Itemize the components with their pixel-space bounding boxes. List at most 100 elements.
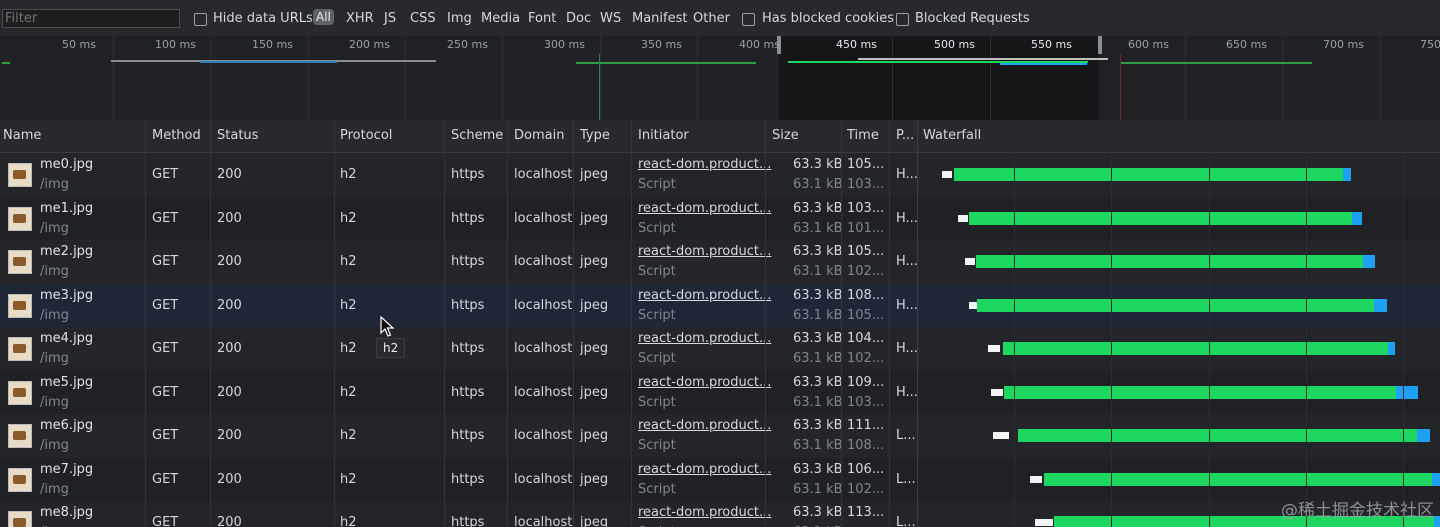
request-initiator-link[interactable]: react-dom.product... bbox=[638, 418, 771, 433]
column-divider[interactable] bbox=[573, 120, 574, 527]
column-divider[interactable] bbox=[334, 120, 335, 527]
request-name[interactable]: me1.jpg bbox=[40, 201, 93, 216]
column-divider[interactable] bbox=[631, 120, 632, 527]
table-row[interactable]: me6.jpg/img GET 200 h2 https localhost jpeg rea… bbox=[0, 414, 1440, 458]
request-name[interactable]: me0.jpg bbox=[40, 157, 93, 172]
waterfall-download-bar[interactable] bbox=[954, 168, 1343, 181]
request-name[interactable]: me5.jpg bbox=[40, 375, 93, 390]
request-type: jpeg bbox=[580, 341, 609, 356]
timeline-overview[interactable]: 50 ms 100 ms 150 ms 200 ms 250 ms 300 ms… bbox=[0, 36, 1440, 121]
request-size: 63.3 kB bbox=[793, 331, 843, 346]
type-filter-manifest[interactable]: Manifest bbox=[632, 11, 687, 26]
type-filter-font[interactable]: Font bbox=[528, 11, 556, 26]
waterfall-download-bar[interactable] bbox=[969, 211, 1352, 225]
waterfall-download-bar[interactable] bbox=[977, 298, 1374, 312]
table-row[interactable]: me5.jpg/img GET 200 h2 https localhost jpeg rea… bbox=[0, 370, 1440, 414]
column-divider[interactable] bbox=[917, 120, 918, 527]
column-divider[interactable] bbox=[507, 120, 508, 527]
column-divider[interactable] bbox=[889, 120, 890, 527]
mouse-cursor-icon bbox=[380, 316, 395, 337]
type-filter-other[interactable]: Other bbox=[693, 11, 730, 26]
request-size: 63.3 kB bbox=[793, 505, 843, 520]
request-name[interactable]: me7.jpg bbox=[40, 462, 93, 477]
request-initiator-link[interactable]: react-dom.product... bbox=[638, 157, 771, 172]
request-name[interactable]: me8.jpg bbox=[40, 505, 93, 520]
column-header-type[interactable]: Type bbox=[580, 128, 610, 143]
waterfall-waiting-bar bbox=[1035, 519, 1053, 526]
table-row[interactable]: me7.jpg/img GET 200 h2 https localhost jpeg rea… bbox=[0, 457, 1440, 501]
request-status: 200 bbox=[217, 515, 242, 527]
table-row[interactable]: me1.jpg/img GET 200 h2 https localhost jpeg rea… bbox=[0, 196, 1440, 240]
column-header-priority[interactable]: P... bbox=[896, 128, 914, 143]
table-row[interactable]: me3.jpg/img GET 200 h2 https localhost jpeg rea… bbox=[0, 283, 1440, 327]
request-priority: L... bbox=[896, 471, 916, 487]
request-name[interactable]: me3.jpg bbox=[40, 288, 93, 303]
waterfall-receiving-bar bbox=[1352, 211, 1362, 225]
request-path: /img bbox=[40, 264, 69, 279]
type-filter-xhr[interactable]: XHR bbox=[346, 11, 374, 26]
column-header-name[interactable]: Name bbox=[3, 128, 41, 143]
waterfall-download-bar[interactable] bbox=[1044, 472, 1432, 486]
request-size: 63.3 kB bbox=[793, 418, 843, 433]
column-header-status[interactable]: Status bbox=[217, 128, 258, 143]
overview-gridline bbox=[892, 36, 893, 120]
column-header-domain[interactable]: Domain bbox=[514, 128, 564, 143]
column-header-protocol[interactable]: Protocol bbox=[340, 128, 392, 143]
request-initiator-link[interactable]: react-dom.product... bbox=[638, 462, 771, 477]
column-divider[interactable] bbox=[765, 120, 766, 527]
request-name[interactable]: me4.jpg bbox=[40, 331, 93, 346]
blocked-requests-checkbox[interactable] bbox=[896, 13, 909, 26]
request-path: /img bbox=[40, 177, 69, 192]
column-header-waterfall[interactable]: Waterfall bbox=[923, 128, 981, 143]
type-filter-doc[interactable]: Doc bbox=[566, 11, 591, 26]
waterfall-waiting-bar bbox=[965, 258, 975, 265]
column-divider[interactable] bbox=[145, 120, 146, 527]
column-divider[interactable] bbox=[444, 120, 445, 527]
request-initiator-link[interactable]: react-dom.product... bbox=[638, 331, 771, 346]
table-row[interactable]: me0.jpg/img GET 200 h2 https localhost jpeg rea… bbox=[0, 153, 1440, 197]
request-initiator-link[interactable]: react-dom.product... bbox=[638, 201, 771, 216]
request-scheme: https bbox=[451, 428, 485, 443]
overview-gridline bbox=[113, 36, 114, 120]
hide-data-urls-checkbox[interactable] bbox=[194, 13, 207, 26]
type-filter-ws[interactable]: WS bbox=[600, 11, 621, 26]
column-header-time[interactable]: Time bbox=[847, 128, 879, 143]
overview-gridline bbox=[697, 36, 698, 120]
request-initiator-link[interactable]: react-dom.product... bbox=[638, 244, 771, 259]
blocked-requests-label: Blocked Requests bbox=[915, 11, 1030, 26]
waterfall-download-bar[interactable] bbox=[976, 255, 1363, 268]
request-initiator-link[interactable]: react-dom.product... bbox=[638, 505, 771, 520]
table-row[interactable]: me4.jpg/img GET 200 h2 https localhost jpeg rea… bbox=[0, 327, 1440, 371]
request-priority: H... bbox=[896, 297, 918, 313]
overview-selection-handle-right[interactable] bbox=[1098, 36, 1102, 54]
request-domain: localhost bbox=[514, 210, 573, 226]
type-filter-img[interactable]: Img bbox=[447, 11, 472, 26]
request-scheme: https bbox=[451, 167, 485, 182]
request-domain: localhost bbox=[514, 428, 573, 443]
request-status: 200 bbox=[217, 254, 242, 269]
waterfall-download-bar[interactable] bbox=[1004, 385, 1396, 399]
table-row[interactable]: me2.jpg/img GET 200 h2 https localhost jpeg rea… bbox=[0, 240, 1440, 284]
request-initiator-link[interactable]: react-dom.product... bbox=[638, 375, 771, 390]
request-name[interactable]: me2.jpg bbox=[40, 244, 93, 259]
waterfall-download-bar[interactable] bbox=[1018, 429, 1417, 442]
request-name[interactable]: me6.jpg bbox=[40, 418, 93, 433]
table-row[interactable]: me8.jpg/imgGET200h2httpslocalhostjpegrea… bbox=[0, 501, 1440, 527]
type-filter-all[interactable]: All bbox=[313, 9, 334, 25]
request-method: GET bbox=[152, 210, 179, 226]
image-thumbnail-icon bbox=[8, 337, 32, 361]
column-header-scheme[interactable]: Scheme bbox=[451, 128, 503, 143]
column-header-size[interactable]: Size bbox=[772, 128, 799, 143]
column-divider[interactable] bbox=[841, 120, 842, 527]
type-filter-js[interactable]: JS bbox=[384, 11, 396, 26]
column-header-initiator[interactable]: Initiator bbox=[638, 128, 689, 143]
column-header-method[interactable]: Method bbox=[152, 128, 201, 143]
request-initiator-type: Script bbox=[638, 177, 676, 192]
waterfall-download-bar[interactable] bbox=[1003, 342, 1388, 355]
type-filter-media[interactable]: Media bbox=[481, 11, 520, 26]
has-blocked-cookies-checkbox[interactable] bbox=[742, 13, 755, 26]
request-initiator-link[interactable]: react-dom.product... bbox=[638, 288, 771, 303]
column-divider[interactable] bbox=[210, 120, 211, 527]
filter-input[interactable] bbox=[2, 9, 180, 28]
type-filter-css[interactable]: CSS bbox=[410, 11, 436, 26]
